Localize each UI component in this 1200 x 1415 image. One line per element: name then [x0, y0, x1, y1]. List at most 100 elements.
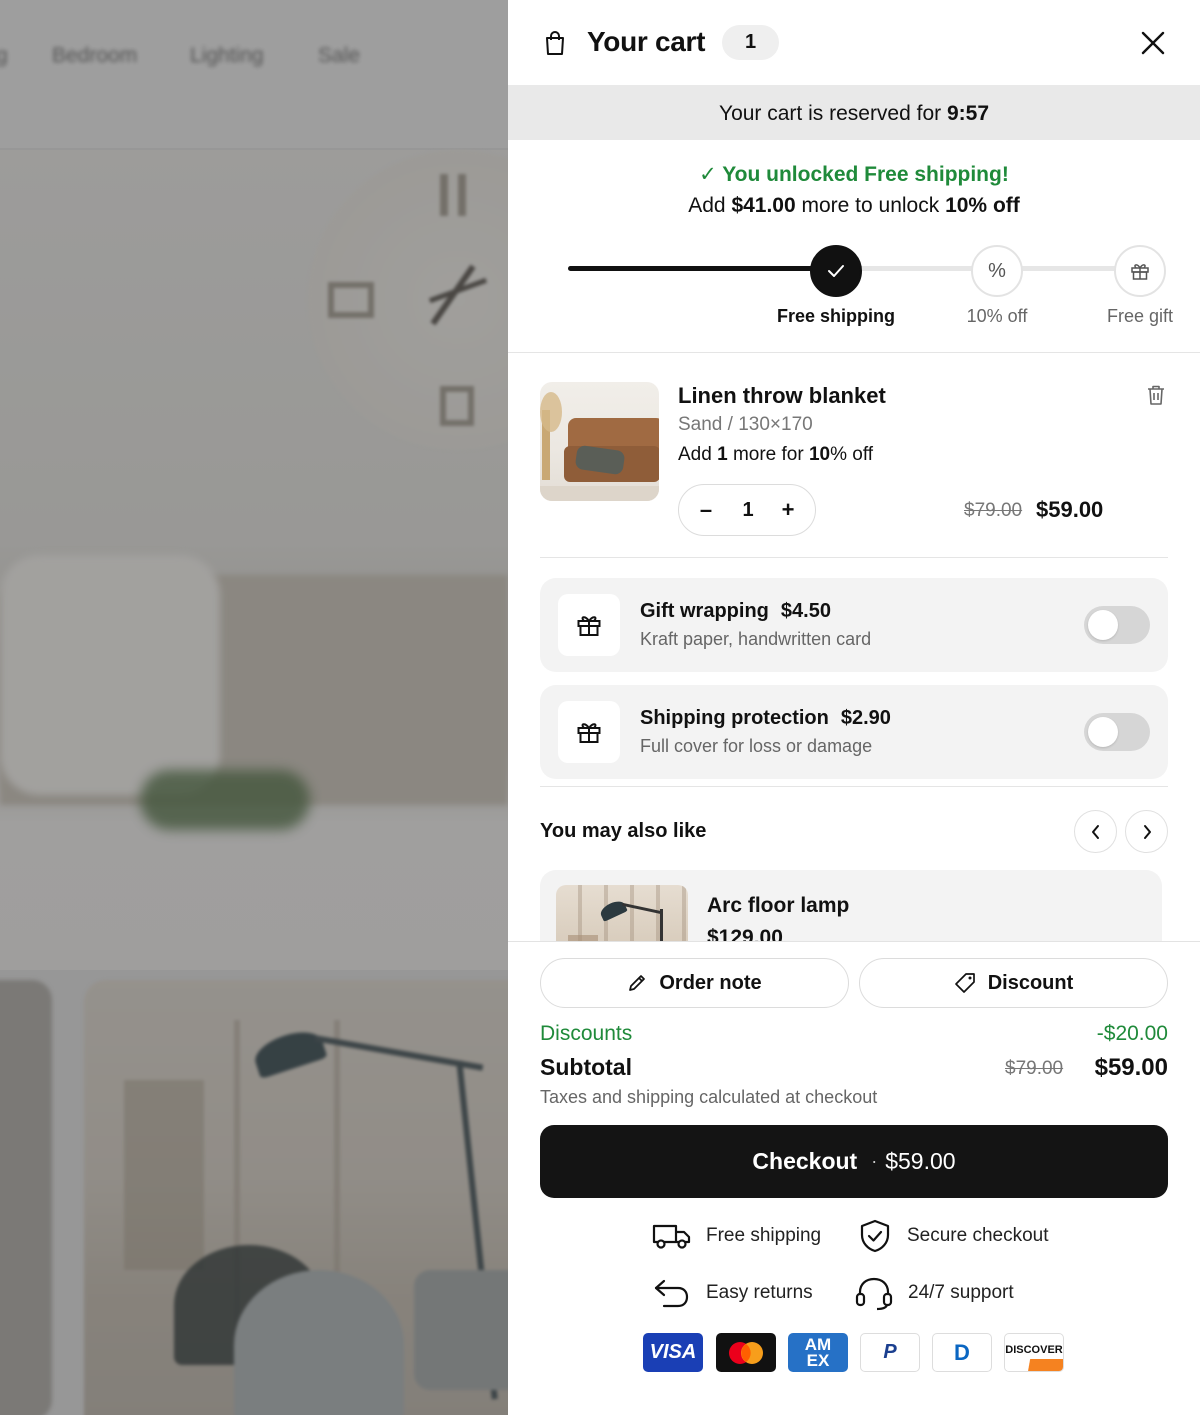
gift-icon	[577, 616, 601, 636]
trust-label: 24/7 support	[908, 1282, 1014, 1303]
discounts-label: Discounts	[540, 1022, 633, 1045]
addon-title-text: Shipping protection	[640, 707, 829, 729]
addon-subtitle: Kraft paper, handwritten card	[640, 629, 872, 649]
visa-icon: VISA	[643, 1333, 703, 1372]
product-variant: Sand / 130×170	[678, 414, 813, 435]
shopping-bag-icon	[546, 31, 564, 55]
milestone-label-free-shipping: Free shipping	[776, 306, 896, 326]
promo-qty: 1	[717, 444, 728, 465]
milestone-free-shipping	[810, 245, 862, 297]
addon-subtitle: Full cover for loss or damage	[640, 736, 873, 756]
promo-reward: 10	[808, 444, 831, 465]
unlock-sub-middle: more to unlock	[795, 194, 946, 217]
order-note-button[interactable]: Order note	[540, 958, 849, 1008]
subtotal-label: Subtotal	[540, 1054, 632, 1080]
section-divider	[508, 352, 1200, 353]
trust-support: 24/7 support	[854, 1275, 1014, 1311]
product-price: $59.00	[1036, 497, 1104, 522]
gift-icon	[1131, 264, 1149, 280]
addon-shipping-protection: Shipping protection $2.90 Full cover for …	[540, 685, 1168, 779]
addon-price: $2.90	[840, 707, 891, 729]
quantity-stepper: – 1 +	[678, 484, 816, 536]
diners-icon: D	[932, 1333, 992, 1372]
gift-icon	[577, 723, 601, 743]
addon-icon-box	[558, 594, 620, 656]
check-icon	[828, 265, 844, 277]
mastercard-circles	[729, 1341, 763, 1364]
subtotal-compare-price: $79.00	[1005, 1058, 1064, 1079]
checkout-button[interactable]: Checkout · $59.00	[540, 1125, 1168, 1198]
chevron-left-icon	[1091, 824, 1099, 839]
product-compare-price: $79.00	[964, 500, 1023, 521]
return-icon	[654, 1279, 689, 1308]
addon-gift-wrapping: Gift wrapping $4.50 Kraft paper, handwrit…	[540, 578, 1168, 672]
diners-text: D	[954, 1339, 970, 1365]
addon-title: Gift wrapping $4.50	[640, 600, 831, 623]
item-divider	[540, 557, 1168, 558]
checkout-label: Checkout	[752, 1148, 858, 1174]
trust-label: Free shipping	[706, 1225, 822, 1246]
addon-price: $4.50	[780, 600, 831, 622]
promo-suffix: % off	[830, 444, 874, 465]
visa-text: VISA	[649, 1341, 697, 1363]
recommendations-heading: You may also like	[540, 820, 707, 842]
discover-icon: DISCOVER	[1004, 1333, 1064, 1372]
trust-label: Secure checkout	[907, 1225, 1049, 1246]
carousel-next-button[interactable]	[1125, 810, 1168, 853]
paypal-icon: P	[860, 1333, 920, 1372]
milestone-10-off: %	[971, 245, 1023, 297]
tax-note: Taxes and shipping calculated at checkou…	[540, 1087, 878, 1107]
milestone-free-gift	[1114, 245, 1166, 297]
trash-icon[interactable]	[1144, 383, 1168, 407]
discounts-value: -$20.00	[1096, 1022, 1168, 1045]
checkout-amount: $59.00	[885, 1148, 956, 1174]
order-note-label: Order note	[659, 971, 762, 994]
milestone-label-free-gift: Free gift	[1106, 306, 1174, 326]
cart-drawer: Your cart 1 Your cart is reserved for 9:…	[508, 0, 1200, 1415]
unlock-message: ✓ You unlocked Free shipping!	[699, 163, 1009, 186]
unlock-sub-prefix: Add	[688, 194, 732, 217]
truck-icon	[652, 1224, 691, 1249]
addon-title-text: Gift wrapping	[640, 600, 769, 622]
cart-count-badge: 1	[722, 25, 779, 60]
carousel-prev-button[interactable]	[1074, 810, 1117, 853]
cart-footer: Order note Discount Discounts -$20.00 Su…	[508, 941, 1200, 1415]
unlock-subtext: Add $41.00 more to unlock 10% off	[508, 194, 1200, 218]
discover-text: DISCOVER	[1005, 1343, 1063, 1356]
trust-easy-returns: Easy returns	[652, 1277, 813, 1309]
trust-label: Easy returns	[706, 1282, 813, 1303]
quantity-increase-button[interactable]: +	[765, 485, 811, 535]
close-icon[interactable]	[1138, 28, 1168, 58]
checkout-separator: ·	[871, 1151, 878, 1171]
trust-secure-checkout: Secure checkout	[857, 1218, 1049, 1254]
gift-wrapping-toggle[interactable]	[1084, 606, 1150, 644]
overlay-dim[interactable]	[0, 0, 508, 1415]
pencil-icon	[629, 975, 646, 991]
addons-divider	[540, 786, 1168, 787]
promo-prefix: Add	[678, 444, 718, 465]
product-image-linen-throw[interactable]	[540, 382, 659, 501]
storefront-background: g Bedroom Lighting Sale	[0, 0, 508, 1415]
product-name[interactable]: Linen throw blanket	[678, 383, 886, 409]
unlock-sub-reward: 10% off	[945, 194, 1020, 217]
amex-icon: AM EX	[788, 1333, 848, 1372]
quantity-decrease-button[interactable]: –	[683, 485, 729, 535]
mastercard-icon	[716, 1333, 776, 1372]
shipping-protection-toggle[interactable]	[1084, 713, 1150, 751]
shield-icon	[860, 1219, 890, 1253]
reward-progress-fill	[568, 266, 839, 271]
discount-button[interactable]: Discount	[859, 958, 1168, 1008]
unlock-sub-amount: $41.00	[731, 194, 796, 217]
chevron-right-icon	[1143, 824, 1151, 839]
addon-title: Shipping protection $2.90	[640, 707, 891, 730]
addon-icon-box	[558, 701, 620, 763]
discount-label: Discount	[987, 971, 1074, 994]
subtotal-value: $59.00	[1094, 1054, 1168, 1081]
reservation-banner: Your cart is reserved for 9:57	[508, 85, 1200, 140]
cart-header: Your cart 1	[508, 0, 1200, 85]
percent-icon: %	[988, 259, 1006, 282]
reservation-timer: 9:57	[946, 102, 990, 125]
recommendation-name: Arc floor lamp	[707, 894, 850, 917]
headset-icon	[855, 1277, 893, 1311]
paypal-text: P	[883, 1341, 897, 1363]
